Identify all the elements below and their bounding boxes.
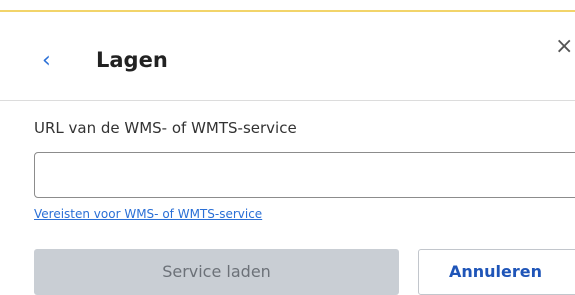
panel-title: Lagen	[96, 48, 168, 72]
cancel-button[interactable]: Annuleren	[418, 249, 575, 295]
close-icon[interactable]: ×	[555, 34, 575, 60]
panel-header: ‹ Lagen ×	[0, 12, 575, 101]
requirements-link[interactable]: Vereisten voor WMS- of WMTS-service	[34, 205, 262, 223]
chevron-left-icon[interactable]: ‹	[42, 46, 62, 76]
url-field-label: URL van de WMS- of WMTS-service	[34, 119, 297, 137]
url-input[interactable]	[34, 152, 575, 198]
load-service-button[interactable]: Service laden	[34, 249, 399, 295]
